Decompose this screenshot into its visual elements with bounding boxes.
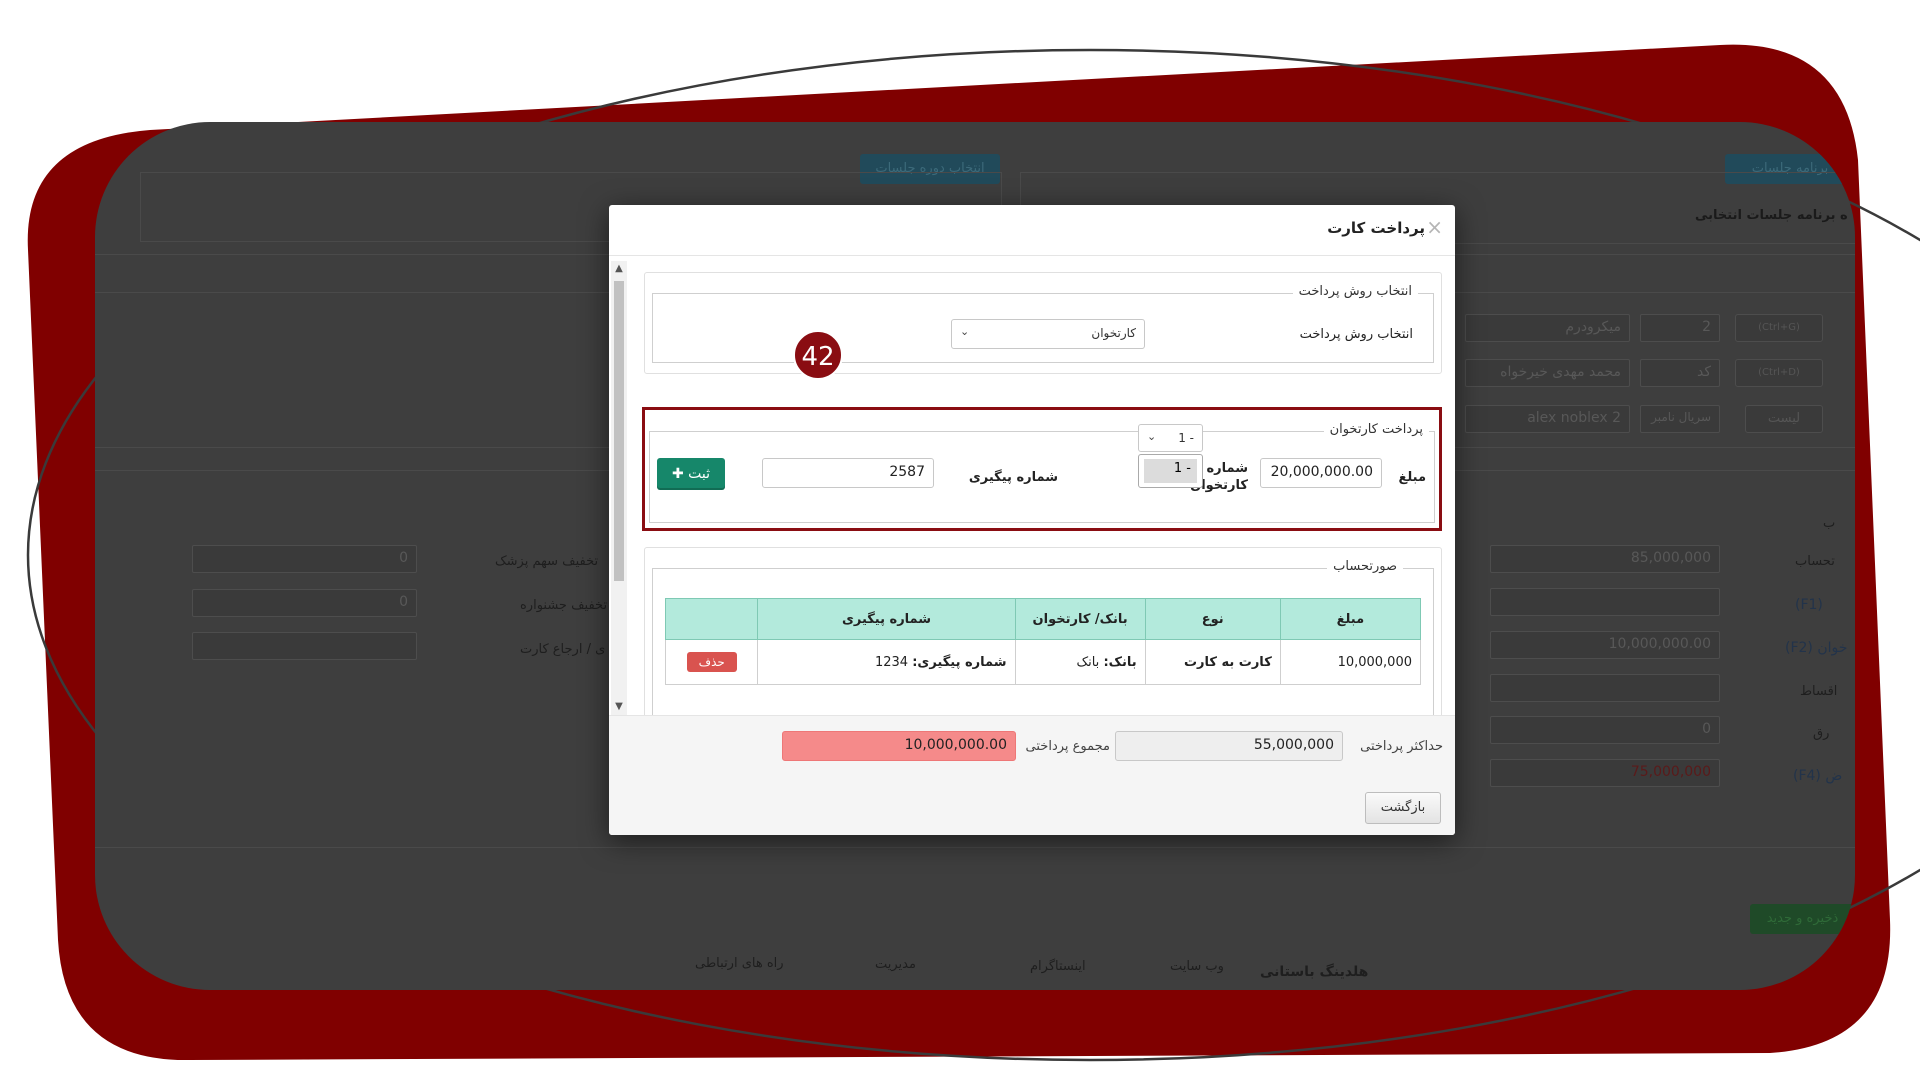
row-actions-cell: حذف <box>664 639 759 685</box>
tracking-number-input[interactable]: 2587 <box>762 458 934 488</box>
row-tracking-value: 1234 <box>874 654 909 670</box>
table-row: حذف شماره پیگیری: 1234 بانک: بانک کارت ب… <box>664 639 1422 685</box>
max-payment-label: حداکثر پرداختی <box>1360 739 1443 754</box>
chevron-down-icon: ⌄ <box>1147 430 1157 443</box>
scroll-up-icon[interactable]: ▲ <box>611 261 627 277</box>
bg-right-label-1: تحساب <box>1795 554 1835 569</box>
bg-row2-name: محمد مهدی خیرخواه <box>1465 359 1630 387</box>
row-bank-cell: بانک: بانک <box>1014 639 1146 685</box>
bg-list-button: لیست <box>1745 405 1823 433</box>
payment-method-fieldset: انتخاب روش پرداخت انتخاب روش پرداخت ⌄ کا… <box>652 284 1434 363</box>
pos-payment-fieldset: پرداخت کارتخوان مبلغ 20,000,000.00 شماره… <box>649 422 1435 523</box>
row-tracking-cell: شماره پیگیری: 1234 <box>757 639 1016 685</box>
close-icon[interactable]: × <box>1426 215 1443 239</box>
back-button[interactable]: بازگشت <box>1365 792 1441 824</box>
modal-scrollbar[interactable]: ▲ ▼ <box>611 261 627 715</box>
bg-footer-link-contact: راه های ارتباطی <box>695 956 784 971</box>
scroll-thumb[interactable] <box>614 281 624 581</box>
row-bank-value: بانک <box>1076 654 1100 670</box>
card-payment-modal: پرداخت کارت × ▲ ▼ انتخاب روش پرداخت انتخ… <box>609 205 1455 835</box>
row-type-cell: کارت به کارت <box>1144 639 1281 685</box>
tracking-number-label: شماره پیگیری <box>968 470 1058 485</box>
statement-panel: صورتحساب شماره پیگیری بانک/ کارتخوان نوع… <box>644 547 1442 729</box>
bg-footer-brand: هلدینگ باستانی <box>1260 964 1369 980</box>
header-amount: مبلغ <box>1279 598 1422 640</box>
terminal-option-text: 1 - <box>1144 459 1197 483</box>
bg-left-label-1: تخفیف سهم پزشک <box>495 554 599 569</box>
terminal-select[interactable]: ⌄ 1 - <box>1138 424 1203 452</box>
bg-row2-code: کد <box>1640 359 1720 387</box>
bg-row1-name: میکرودرم <box>1465 314 1630 342</box>
payment-method-value: کارتخوان <box>1091 326 1136 340</box>
bg-right-field-4 <box>1490 674 1720 702</box>
delete-button[interactable]: حذف <box>686 652 737 672</box>
submit-label: ثبت <box>688 466 711 482</box>
amount-label: مبلغ <box>1398 470 1426 485</box>
pos-payment-legend: پرداخت کارتخوان <box>1323 422 1429 437</box>
row-bank-label: بانک: <box>1103 654 1137 670</box>
amount-input[interactable]: 20,000,000.00 <box>1260 458 1382 488</box>
modal-title: پرداخت کارت <box>1327 219 1425 237</box>
row-amount-cell: 10,000,000 <box>1279 639 1422 685</box>
bg-section-label: ب <box>1823 516 1836 531</box>
bg-right-label-4: اقساط <box>1800 684 1838 699</box>
payment-method-panel: انتخاب روش پرداخت انتخاب روش پرداخت ⌄ کا… <box>644 272 1442 374</box>
plus-icon: ✚ <box>671 466 684 482</box>
bg-right-label-5: رق <box>1813 726 1830 741</box>
bg-footer-link-management: مدیریت <box>875 957 916 972</box>
modal-footer: حداکثر پرداختی 55,000,000 مجموع پرداختی … <box>609 715 1455 835</box>
bg-right-field-1: 85,000,000 <box>1490 545 1720 573</box>
header-actions <box>664 598 759 640</box>
total-payment-field: 10,000,000.00 <box>782 731 1016 761</box>
step-number-badge: 42 <box>793 330 843 380</box>
bg-left-label-3: ی / ارجاع کارت <box>520 642 606 657</box>
header-type: نوع <box>1144 598 1281 640</box>
table-header-row: شماره پیگیری بانک/ کارتخوان نوع مبلغ <box>664 598 1422 640</box>
bg-left-field-2: 0 <box>192 589 417 617</box>
bg-footer-link-instagram: اینستاگرام <box>1030 959 1086 974</box>
bg-footer-link-website: وب سایت <box>1170 959 1224 974</box>
payment-method-legend: انتخاب روش پرداخت <box>1292 284 1418 299</box>
bg-shortcut-g: (Ctrl+G) <box>1735 314 1823 342</box>
bg-left-field-1: 0 <box>192 545 417 573</box>
submit-button[interactable]: ✚ ثبت <box>657 458 725 490</box>
bg-shortcut-d: (Ctrl+D) <box>1735 359 1823 387</box>
payment-method-select[interactable]: ⌄ کارتخوان <box>951 319 1145 349</box>
bg-row3-name: alex noblex 2 <box>1465 405 1630 433</box>
statement-legend: صورتحساب <box>1327 559 1403 574</box>
bg-right-field-6: 75,000,000 <box>1490 759 1720 787</box>
bg-divider <box>95 847 1855 848</box>
bg-right-field-2 <box>1490 588 1720 616</box>
pos-payment-panel: پرداخت کارتخوان مبلغ 20,000,000.00 شماره… <box>649 413 1435 525</box>
chevron-down-icon: ⌄ <box>960 325 970 338</box>
bg-session-title: ه برنامه جلسات انتخابی <box>1695 208 1848 223</box>
payment-method-label: انتخاب روش پرداخت <box>1299 327 1413 342</box>
bg-row3-serial: سریال نامبر <box>1640 405 1720 433</box>
bg-right-field-3: 10,000,000.00 <box>1490 631 1720 659</box>
terminal-dropdown-option[interactable]: 1 - <box>1138 454 1203 488</box>
bg-right-label-3: (F2) خوان <box>1785 640 1848 656</box>
header-bank: بانک/ کارتخوان <box>1014 598 1146 640</box>
header-tracking: شماره پیگیری <box>757 598 1016 640</box>
bg-left-label-2: تخفیف جشنواره <box>520 598 608 613</box>
terminal-value: 1 - <box>1178 431 1194 445</box>
max-payment-field: 55,000,000 <box>1115 731 1343 761</box>
bg-right-field-5: 0 <box>1490 716 1720 744</box>
bg-right-label-6: (F4) ض <box>1793 768 1843 784</box>
modal-header: پرداخت کارت × <box>609 205 1455 256</box>
scroll-down-icon[interactable]: ▼ <box>611 699 627 715</box>
bg-left-field-3 <box>192 632 417 660</box>
statement-table: شماره پیگیری بانک/ کارتخوان نوع مبلغ حذف… <box>664 598 1422 685</box>
bg-row1-num: 2 <box>1640 314 1720 342</box>
bg-save-new-button: ذخیره و جدید <box>1750 904 1855 934</box>
row-tracking-label: شماره پیگیری: <box>912 654 1007 670</box>
total-payment-label: مجموع پرداختی <box>1025 739 1110 754</box>
bg-right-label-2: (F1) <box>1795 597 1823 613</box>
